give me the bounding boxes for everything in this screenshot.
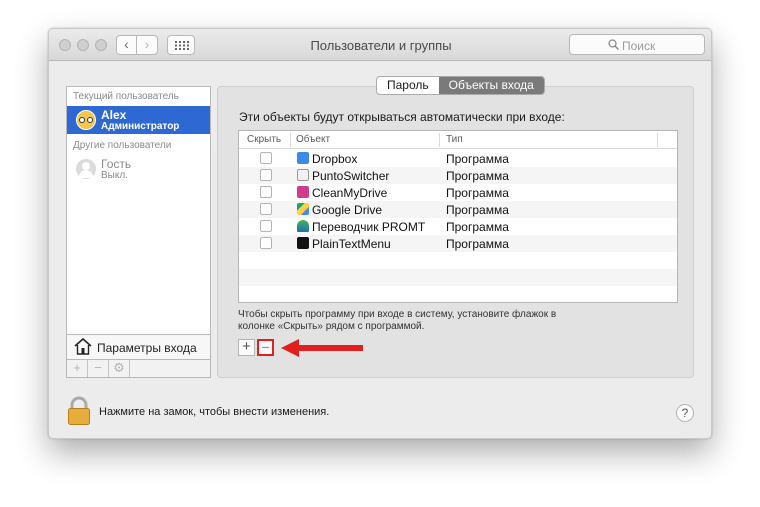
hide-checkbox[interactable] [260, 203, 272, 215]
table-body: Dropbox Программа PuntoSwitcher Программа Cl… [239, 150, 677, 302]
add-user-button[interactable]: + [67, 360, 88, 377]
chevron-right-icon: › [144, 36, 150, 52]
sidebar-button-bar: + − ⚙ [66, 359, 211, 378]
login-options-item[interactable]: Параметры входа [66, 334, 211, 359]
titlebar: ‹ › Пользователи и группы Поиск [49, 29, 711, 61]
hide-checkbox[interactable] [260, 169, 272, 181]
guest-avatar-icon [76, 159, 96, 179]
minimize-window-button[interactable] [77, 39, 89, 51]
close-window-button[interactable] [59, 39, 71, 51]
puntoswitcher-icon [297, 169, 309, 181]
back-button[interactable]: ‹ [116, 35, 137, 55]
show-all-button[interactable] [167, 35, 195, 55]
table-row[interactable]: CleanMyDrive Программа [239, 184, 677, 201]
empty-row [239, 286, 677, 303]
app-name: Dropbox [312, 152, 358, 166]
lock-icon[interactable] [67, 396, 91, 426]
hide-checkbox[interactable] [260, 186, 272, 198]
user-name: Гость [101, 157, 132, 171]
tab-bar: Пароль Объекты входа [376, 76, 545, 95]
zoom-window-button[interactable] [95, 39, 107, 51]
app-name: Переводчик PROMT [312, 220, 426, 234]
table-row[interactable]: PlainTextMenu Программа [239, 235, 677, 252]
hide-hint-text: Чтобы скрыть программу при входе в систе… [238, 309, 557, 332]
app-type: Программа [446, 203, 509, 217]
user-item-alex[interactable]: Alex Администратор [67, 106, 210, 134]
add-login-item-button[interactable]: + [238, 339, 255, 356]
app-type: Программа [446, 237, 509, 251]
search-field[interactable]: Поиск [569, 34, 705, 55]
search-icon [608, 39, 619, 50]
red-arrow-annotation-icon [281, 339, 363, 357]
app-name: PlainTextMenu [312, 237, 391, 251]
column-header-hide[interactable]: Скрыть [247, 134, 281, 145]
search-placeholder: Поиск [622, 39, 656, 53]
login-options-label: Параметры входа [97, 341, 197, 355]
other-users-section-label: Другие пользователи [73, 140, 172, 151]
app-type: Программа [446, 152, 509, 166]
current-user-section-label: Текущий пользователь [73, 91, 179, 102]
window-title: Пользователи и группы [310, 38, 452, 53]
chevron-left-icon: ‹ [124, 36, 129, 52]
login-items-heading: Эти объекты будут открываться автоматиче… [239, 110, 565, 124]
hide-checkbox[interactable] [260, 152, 272, 164]
house-icon [74, 338, 92, 355]
grid-icon [175, 41, 189, 50]
forward-button[interactable]: › [137, 35, 158, 55]
app-type: Программа [446, 186, 509, 200]
user-name: Alex [101, 108, 127, 122]
tab-password[interactable]: Пароль [377, 77, 439, 94]
dropbox-icon [297, 152, 309, 164]
app-type: Программа [446, 220, 509, 234]
cleanmydrive-icon [297, 186, 309, 198]
lock-hint-text: Нажмите на замок, чтобы внести изменения… [99, 406, 330, 418]
table-row[interactable]: PuntoSwitcher Программа [239, 167, 677, 184]
tab-login-items[interactable]: Объекты входа [438, 77, 544, 94]
column-header-object[interactable]: Объект [296, 134, 330, 145]
user-role: Администратор [101, 121, 180, 132]
promt-icon [297, 220, 309, 232]
table-row[interactable]: Google Drive Программа [239, 201, 677, 218]
avatar-icon [76, 110, 96, 130]
hide-checkbox[interactable] [260, 220, 272, 232]
table-header: Скрыть Объект Тип [239, 131, 677, 149]
app-name: CleanMyDrive [312, 186, 388, 200]
users-and-groups-window: ‹ › Пользователи и группы Поиск Текущий … [48, 28, 712, 439]
google-drive-icon [297, 203, 309, 215]
column-header-type[interactable]: Тип [446, 134, 463, 145]
remove-login-item-button[interactable]: − [257, 339, 274, 356]
app-type: Программа [446, 169, 509, 183]
hide-checkbox[interactable] [260, 237, 272, 249]
user-actions-gear-button[interactable]: ⚙ [109, 360, 130, 377]
table-row[interactable]: Dropbox Программа [239, 150, 677, 167]
help-button[interactable]: ? [676, 404, 694, 422]
user-status: Выкл. [101, 170, 128, 181]
login-items-table: Скрыть Объект Тип Dropbox Программа PuntoS… [238, 130, 678, 303]
empty-row [239, 252, 677, 269]
table-row[interactable]: Переводчик PROMT Программа [239, 218, 677, 235]
app-name: Google Drive [312, 203, 383, 217]
user-item-guest[interactable]: Гость Выкл. [67, 155, 210, 183]
app-name: PuntoSwitcher [312, 169, 390, 183]
empty-row [239, 269, 677, 286]
plaintextmenu-icon [297, 237, 309, 249]
remove-user-button[interactable]: − [88, 360, 109, 377]
